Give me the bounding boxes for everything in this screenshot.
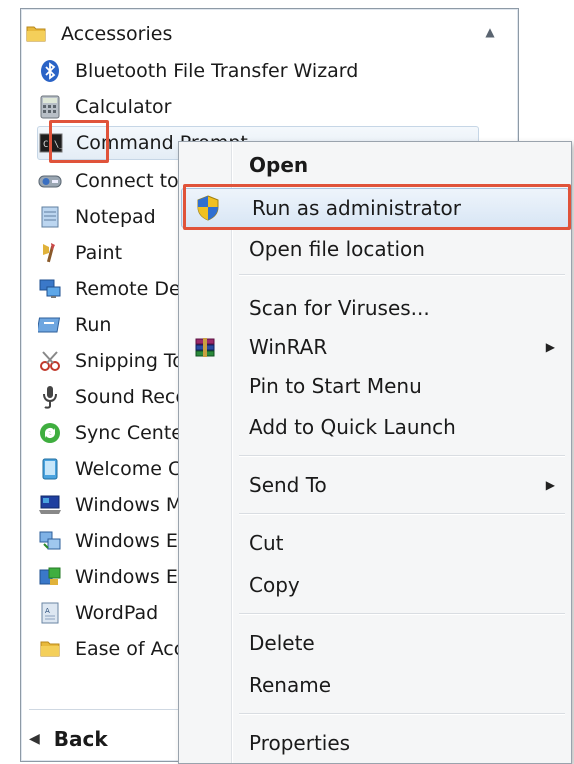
menu-item-label: Send To [249, 473, 327, 497]
highlight-box-run-as-administrator [183, 184, 571, 230]
microphone-icon [37, 384, 63, 410]
menu-item-cut[interactable]: Cut [179, 524, 571, 562]
back-label: Back [53, 727, 108, 751]
menu-separator [239, 455, 565, 456]
program-label: Calculator [75, 96, 172, 118]
sync-icon [37, 420, 63, 446]
submenu-arrow-icon: ▶ [545, 478, 555, 492]
program-item-calculator[interactable]: Calculator [37, 90, 477, 124]
scroll-up-arrow-icon[interactable]: ▲ [481, 23, 499, 41]
calculator-icon [37, 94, 63, 120]
highlight-box-command-prompt-icon [49, 120, 109, 163]
menu-item-copy[interactable]: Copy [179, 566, 571, 604]
program-label: Notepad [75, 206, 156, 228]
folder-accessories[interactable]: Accessories [23, 17, 463, 51]
program-label: Paint [75, 242, 123, 264]
menu-item-label: Rename [249, 673, 332, 697]
menu-item-label: Open file location [249, 237, 425, 261]
menu-separator [239, 713, 565, 714]
menu-item-add-to-quick-launch[interactable]: Add to Quick Launch [179, 408, 571, 446]
menu-item-label: Add to Quick Launch [249, 415, 456, 439]
back-button[interactable]: ◀ Back [29, 723, 108, 755]
context-menu: Open Run as administrator Open file loca… [178, 141, 572, 764]
submenu-arrow-icon: ▶ [545, 340, 555, 354]
projector-icon [37, 168, 63, 194]
menu-separator [239, 613, 565, 614]
menu-item-label: Properties [249, 731, 351, 755]
menu-item-properties[interactable]: Properties [179, 724, 571, 762]
menu-item-pin-to-start-menu[interactable]: Pin to Start Menu [179, 367, 571, 405]
menu-item-label: Scan for Viruses... [249, 296, 430, 320]
menu-item-label: Copy [249, 573, 300, 597]
program-label: Sync Center [75, 422, 191, 444]
menu-item-label: Pin to Start Menu [249, 374, 422, 398]
easy-transfer-icon [37, 528, 63, 554]
menu-item-label: Cut [249, 531, 284, 555]
folder-icon [23, 21, 49, 47]
folder-label: Accessories [61, 23, 173, 45]
menu-item-open[interactable]: Open [179, 146, 571, 184]
back-arrow-icon: ◀ [29, 731, 40, 747]
menu-item-send-to[interactable]: Send To ▶ [179, 466, 571, 504]
menu-separator [239, 274, 565, 275]
menu-item-winrar[interactable]: WinRAR ▶ [179, 328, 571, 366]
menu-item-label: WinRAR [249, 335, 328, 359]
paint-icon [37, 240, 63, 266]
menu-item-rename[interactable]: Rename [179, 666, 571, 704]
program-label: Run [75, 314, 112, 336]
bluetooth-icon [37, 58, 63, 84]
menu-item-label: Open [249, 153, 309, 177]
menu-separator [239, 513, 565, 514]
program-label: WordPad [75, 602, 159, 624]
folder-icon [37, 636, 63, 662]
welcome-icon [37, 456, 63, 482]
menu-item-scan-for-viruses[interactable]: Scan for Viruses... [179, 289, 571, 327]
winrar-icon [191, 333, 219, 361]
menu-item-open-file-location[interactable]: Open file location [179, 230, 571, 268]
menu-item-label: Delete [249, 631, 315, 655]
remote-desktop-icon [37, 276, 63, 302]
menu-item-delete[interactable]: Delete [179, 624, 571, 662]
run-icon [37, 312, 63, 338]
svg-text:A: A [45, 607, 50, 615]
program-label: Bluetooth File Transfer Wizard [75, 60, 359, 82]
transfer-reports-icon [37, 564, 63, 590]
program-item-bluetooth[interactable]: Bluetooth File Transfer Wizard [37, 54, 477, 88]
mobility-icon [37, 492, 63, 518]
notepad-icon [37, 204, 63, 230]
scissors-icon [37, 348, 63, 374]
wordpad-icon: A [37, 600, 63, 626]
